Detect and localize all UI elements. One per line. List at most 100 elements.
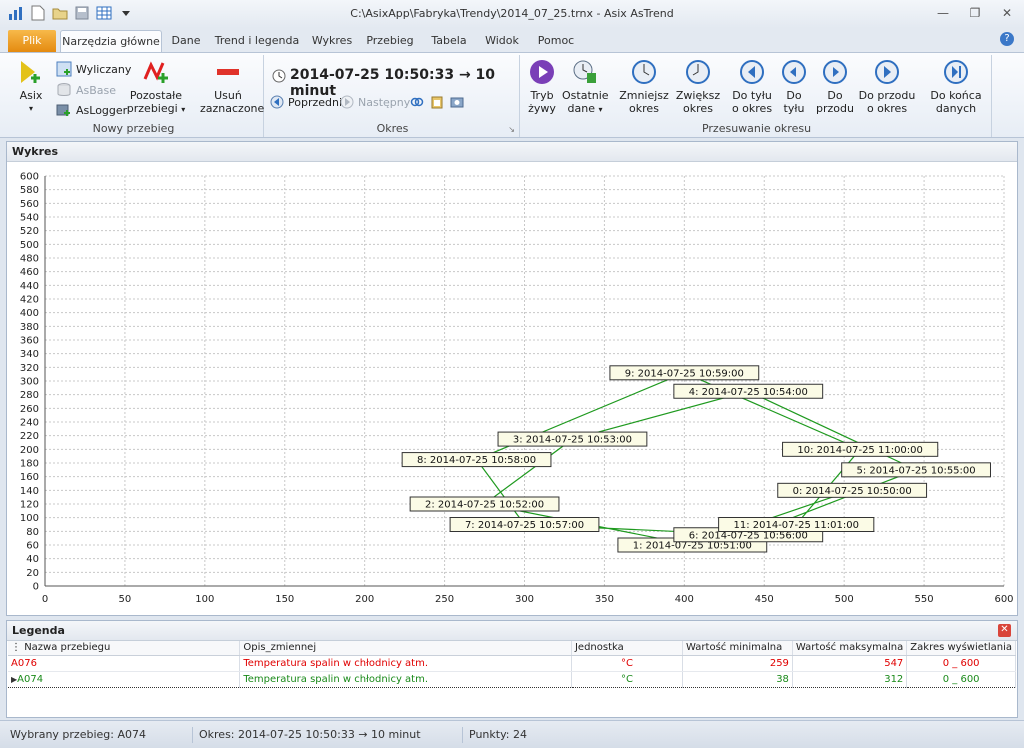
close-icon[interactable]: ✕ [1000,6,1014,20]
label-text: 11: 2014-07-25 11:01:00 [733,520,858,531]
group-nowy-przebieg: Asix ▾ Wyliczany AsBase AsLogger Pozosta… [4,55,264,137]
x-tick-label: 500 [835,594,854,605]
camera-icon[interactable] [450,95,464,109]
aslogger-button[interactable]: AsLogger [56,102,127,118]
y-tick-label: 440 [20,281,39,292]
ostatnie-dane-button[interactable]: Ostatnie dane ▾ [562,59,609,116]
col-header-unit[interactable]: Jednostka [571,641,684,656]
nastepny-button[interactable]: Następny [340,95,410,109]
col-header-desc[interactable]: Opis_zmiennej [239,641,572,656]
minimize-icon[interactable]: — [936,6,950,20]
y-tick-label: 80 [26,527,39,538]
y-tick-label: 200 [20,445,39,456]
data-point-label[interactable]: 9: 2014-07-25 10:59:00 [609,365,760,381]
play-icon [529,59,555,85]
x-tick-label: 550 [915,594,934,605]
status-wybrany: Wybrany przebieg: A074 [10,728,146,741]
x-tick-label: 0 [42,594,48,605]
data-point-label[interactable]: 4: 2014-07-25 10:54:00 [673,383,824,399]
table-row[interactable]: ▶A074 Temperatura spalin w chłodnicy atm… [8,670,1016,688]
tab-widok[interactable]: Widok [480,30,524,52]
database-icon [57,83,71,96]
status-okres: Okres: 2014-07-25 10:50:33 → 10 minut [192,727,421,743]
help-icon[interactable]: ? [1000,32,1014,46]
table-row[interactable]: A076 Temperatura spalin w chłodnicy atm.… [8,655,1016,672]
label-text: 0: 2014-07-25 10:50:00 [793,486,912,497]
usun-zaznaczone-button[interactable]: Usuń zaznaczone [200,59,264,115]
cell-name: ▶A074 [8,670,241,688]
link-icon[interactable] [410,95,424,109]
tab-wykres[interactable]: Wykres [308,30,356,52]
tab-dane[interactable]: Dane [168,30,204,52]
data-point-label[interactable]: 11: 2014-07-25 11:01:00 [718,517,875,532]
group-przesuwanie-okresu: Tryb żywy Ostatnie dane ▾ Zmniejsz okres… [522,55,992,137]
ribbon-tabs: Plik Narzędzia główne Dane Trend i legen… [0,28,1024,52]
window-title: C:\AsixApp\Fabryka\Trendy\2014_07_25.trn… [350,7,674,20]
legend-title: Legenda [12,624,65,637]
poprzedni-button[interactable]: Poprzedni [270,95,342,109]
y-tick-label: 100 [20,513,39,524]
y-tick-label: 420 [20,295,39,306]
do-przodu-o-okres-button[interactable]: Do przodu o okres [858,59,916,115]
cell-max: 312 [792,670,908,688]
data-point-label[interactable]: 0: 2014-07-25 10:50:00 [777,482,928,498]
data-point-label[interactable]: 3: 2014-07-25 10:53:00 [497,431,648,447]
asix-button[interactable]: Asix ▾ [10,59,52,115]
grid-menu-icon[interactable]: ⋮ [11,642,21,653]
y-tick-label: 20 [26,568,39,579]
tab-plik[interactable]: Plik [8,30,56,52]
legend-panel: Legenda ✕ ⋮ Nazwa przebiegu Opis_zmienne… [6,620,1018,718]
trend-line-icon [143,59,169,85]
data-point-label[interactable]: 5: 2014-07-25 10:55:00 [841,462,991,478]
dialog-launcher-icon[interactable]: ↘ [508,125,515,134]
y-tick-label: 120 [20,500,39,511]
label-text: 3: 2014-07-25 10:53:00 [513,435,632,446]
clipboard-icon[interactable] [430,95,444,109]
y-tick-label: 0 [33,582,39,593]
data-point-label[interactable]: 7: 2014-07-25 10:57:00 [449,517,600,532]
pozostale-przebiegi-button[interactable]: Pozostałe przebiegi ▾ [126,59,186,116]
tab-przebieg[interactable]: Przebieg [364,30,416,52]
y-tick-label: 460 [20,267,39,278]
x-tick-label: 450 [755,594,774,605]
tryb-zywy-button[interactable]: Tryb żywy [524,59,560,115]
y-tick-label: 180 [20,459,39,470]
y-tick-label: 300 [20,377,39,388]
label-text: 9: 2014-07-25 10:59:00 [625,368,744,379]
data-point-label[interactable]: 2: 2014-07-25 10:52:00 [409,496,560,512]
clock-data-icon [572,59,598,85]
col-header-range[interactable]: Zakres wyświetlania [906,641,1016,656]
label-text: 10: 2014-07-25 11:00:00 [797,445,922,456]
y-tick-label: 580 [20,185,39,196]
y-tick-label: 540 [20,213,39,224]
tab-tabela[interactable]: Tabela [426,30,472,52]
restore-icon[interactable]: ❐ [968,6,982,20]
y-tick-label: 140 [20,486,39,497]
do-przodu-button[interactable]: Do przodu [816,59,854,115]
data-point-label[interactable]: 10: 2014-07-25 11:00:00 [782,441,939,457]
zmniejsz-okres-button[interactable]: Zmniejsz okres [618,59,670,115]
trend-chart[interactable]: 0 20 40 60 80 100 120 140 160 180 200 220 240 260 280 3… [7,162,1017,615]
tab-pomoc[interactable]: Pomoc [532,30,580,52]
tab-trend-i-legenda[interactable]: Trend i legenda [214,30,300,52]
col-header-min[interactable]: Wartość minimalna [682,641,793,656]
do-tylu-button[interactable]: Do tyłu [776,59,812,115]
do-tylu-o-okres-button[interactable]: Do tyłu o okres [730,59,774,115]
cell-max: 547 [792,655,908,672]
col-header-name[interactable]: ⋮ Nazwa przebiegu [8,641,241,656]
asbase-button[interactable]: AsBase [56,82,116,98]
y-tick-label: 260 [20,404,39,415]
chart-panel: Wykres 0 20 40 60 80 100 120 140 160 180 200 220 240… [6,141,1018,616]
label-text: 8: 2014-07-25 10:58:00 [417,455,536,466]
zwieksz-okres-button[interactable]: Zwiększ okres [672,59,724,115]
previous-icon [270,95,284,109]
wyliczany-button[interactable]: Wyliczany [56,61,131,77]
y-tick-label: 240 [20,418,39,429]
data-point-label[interactable]: 8: 2014-07-25 10:58:00 [401,452,552,468]
legend-close-icon[interactable]: ✕ [998,624,1011,637]
label-text: 7: 2014-07-25 10:57:00 [465,520,584,531]
do-konca-danych-button[interactable]: Do końca danych [928,59,984,115]
tab-narzedzia-glowne[interactable]: Narzędzia główne [60,30,162,52]
col-header-max[interactable]: Wartość maksymalna [792,641,908,656]
next-icon [340,95,354,109]
